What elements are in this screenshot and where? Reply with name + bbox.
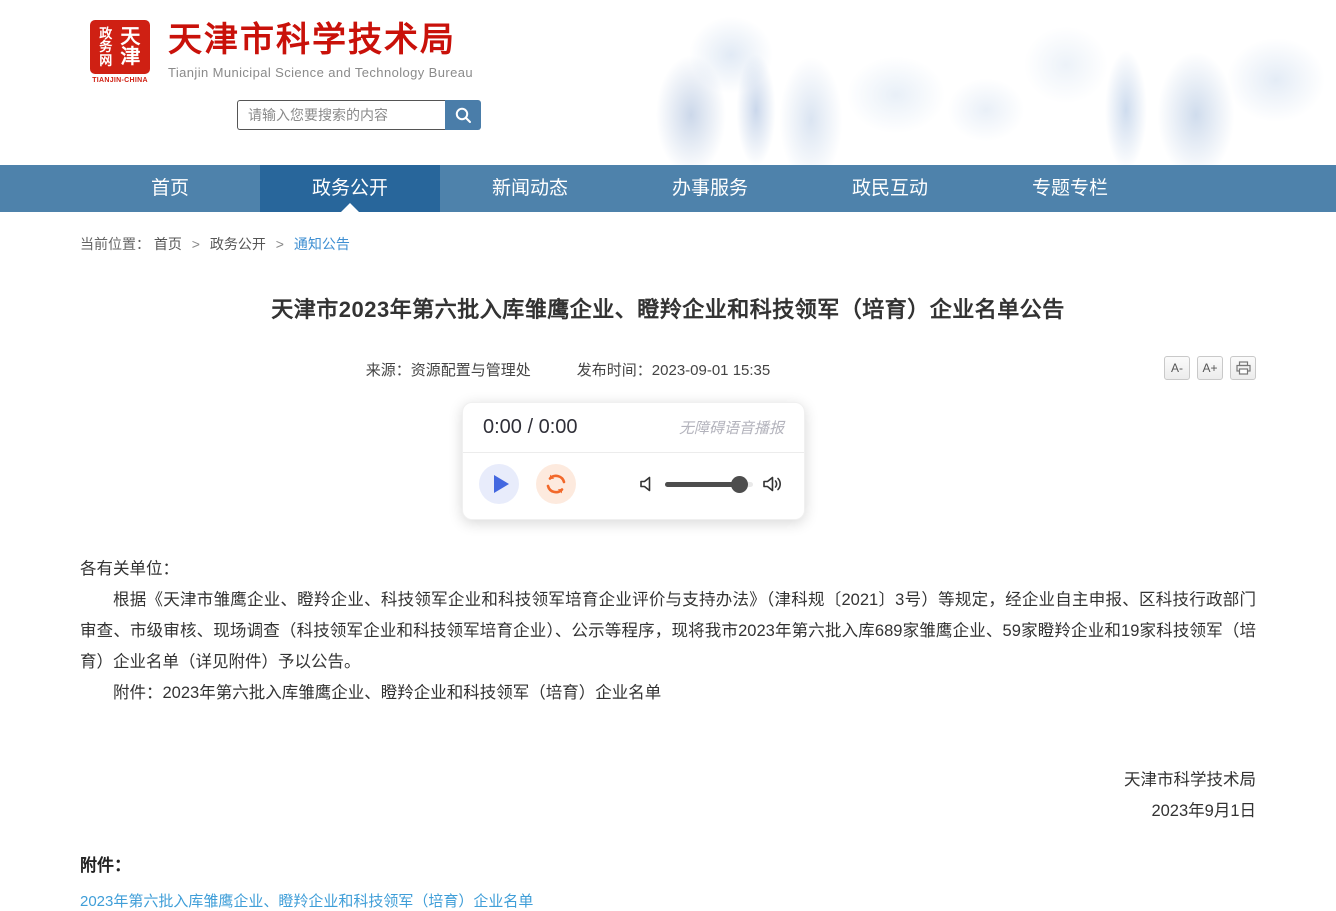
nav-item-special-columns[interactable]: 专题专栏 bbox=[980, 165, 1160, 212]
attachment-mention-line: 附件：2023年第六批入库雏鹰企业、瞪羚企业和科技领军（培育）企业名单 bbox=[80, 678, 1256, 709]
print-button[interactable] bbox=[1230, 356, 1256, 380]
breadcrumb-notices[interactable]: 通知公告 bbox=[294, 236, 350, 252]
source-value: 资源配置与管理处 bbox=[411, 362, 531, 379]
search-bar bbox=[237, 100, 481, 130]
audio-player-header: 0:00 / 0:00 无障碍语音播报 bbox=[463, 403, 804, 453]
play-button[interactable] bbox=[479, 464, 519, 504]
salutation: 各有关单位： bbox=[80, 554, 1256, 585]
brand-text: 天津市科学技术局 Tianjin Municipal Science and T… bbox=[168, 20, 473, 80]
article-title: 天津市2023年第六批入库雏鹰企业、瞪羚企业和科技领军（培育）企业名单公告 bbox=[80, 292, 1256, 324]
article-body: 各有关单位： 根据《天津市雏鹰企业、瞪羚企业、科技领军企业和科技领军培育企业评价… bbox=[80, 554, 1256, 709]
article-meta: 来源：资源配置与管理处 发布时间：2023-09-01 15:35 bbox=[0, 356, 1156, 386]
audio-player: 0:00 / 0:00 无障碍语音播报 bbox=[462, 402, 805, 520]
volume-controls bbox=[639, 475, 784, 493]
search-input[interactable] bbox=[237, 100, 445, 130]
site-title: 天津市科学技术局 bbox=[168, 20, 473, 61]
nav-label: 新闻动态 bbox=[492, 178, 568, 199]
replay-button[interactable] bbox=[536, 464, 576, 504]
nav-item-home[interactable]: 首页 bbox=[80, 165, 260, 212]
volume-loud-icon[interactable] bbox=[762, 475, 784, 493]
volume-slider[interactable] bbox=[665, 482, 753, 487]
main-nav: 首页 政务公开 新闻动态 办事服务 政民互动 专题专栏 bbox=[0, 165, 1336, 212]
nav-label: 政民互动 bbox=[852, 178, 928, 199]
signature-block: 天津市科学技术局 2023年9月1日 bbox=[80, 765, 1256, 827]
site-header: 政务网 天津 TIANJIN-CHINA 天津市科学技术局 Tianjin Mu… bbox=[0, 0, 1336, 165]
breadcrumb-label: 当前位置： bbox=[80, 236, 150, 252]
main-content: 当前位置： 首页 > 政务公开 > 通知公告 天津市2023年第六批入库雏鹰企业… bbox=[80, 234, 1256, 911]
tianjin-gov-seal-logo[interactable]: 政务网 天津 TIANJIN-CHINA bbox=[88, 20, 152, 84]
seal-text-left: 政务网 bbox=[99, 27, 113, 67]
volume-slider-fill bbox=[665, 482, 740, 487]
nav-label: 办事服务 bbox=[672, 178, 748, 199]
breadcrumb-separator: > bbox=[276, 236, 284, 252]
nav-item-news[interactable]: 新闻动态 bbox=[440, 165, 620, 212]
nav-label: 首页 bbox=[151, 178, 189, 199]
attachments-heading: 附件： bbox=[80, 851, 1256, 876]
nav-item-interaction[interactable]: 政民互动 bbox=[800, 165, 980, 212]
breadcrumb-home[interactable]: 首页 bbox=[154, 236, 182, 252]
breadcrumb-separator: > bbox=[192, 236, 200, 252]
seal-text-right: 天津 bbox=[119, 27, 141, 68]
source-label: 来源： bbox=[366, 362, 411, 379]
nav-label: 政务公开 bbox=[312, 178, 388, 199]
brand: 政务网 天津 TIANJIN-CHINA 天津市科学技术局 Tianjin Mu… bbox=[88, 0, 1256, 84]
signature-org: 天津市科学技术局 bbox=[80, 765, 1256, 796]
replay-icon bbox=[544, 472, 568, 496]
active-tab-arrow bbox=[341, 203, 359, 212]
nav-item-services[interactable]: 办事服务 bbox=[620, 165, 800, 212]
font-decrease-button[interactable]: A- bbox=[1164, 356, 1190, 380]
signature-date: 2023年9月1日 bbox=[80, 796, 1256, 827]
search-button[interactable] bbox=[445, 100, 481, 130]
article-meta-row: 来源：资源配置与管理处 发布时间：2023-09-01 15:35 A- A+ bbox=[80, 356, 1256, 386]
seal-icon: 政务网 天津 bbox=[90, 20, 150, 74]
player-caption: 无障碍语音播报 bbox=[679, 417, 784, 438]
attachments-section: 附件： 2023年第六批入库雏鹰企业、瞪羚企业和科技领军（培育）企业名单 bbox=[80, 851, 1256, 911]
article-tools: A- A+ bbox=[1164, 356, 1256, 380]
paragraph: 根据《天津市雏鹰企业、瞪羚企业、科技领军企业和科技领军培育企业评价与支持办法》（… bbox=[80, 585, 1256, 678]
site-subtitle: Tianjin Municipal Science and Technology… bbox=[168, 65, 473, 80]
nav-item-gov-disclosure[interactable]: 政务公开 bbox=[260, 165, 440, 212]
publish-time-value: 2023-09-01 15:35 bbox=[652, 362, 770, 379]
publish-time-label: 发布时间： bbox=[577, 362, 652, 379]
print-icon bbox=[1236, 361, 1251, 375]
attachment-download-link[interactable]: 2023年第六批入库雏鹰企业、瞪羚企业和科技领军（培育）企业名单 bbox=[80, 890, 533, 911]
breadcrumb-gov-disclosure[interactable]: 政务公开 bbox=[210, 236, 266, 252]
play-icon bbox=[494, 475, 509, 493]
search-icon bbox=[454, 106, 472, 124]
volume-quiet-icon[interactable] bbox=[639, 475, 656, 493]
font-increase-button[interactable]: A+ bbox=[1197, 356, 1223, 380]
audio-player-controls bbox=[463, 453, 804, 519]
player-time: 0:00 / 0:00 bbox=[483, 416, 578, 439]
seal-caption: TIANJIN-CHINA bbox=[88, 77, 152, 84]
nav-label: 专题专栏 bbox=[1032, 178, 1108, 199]
breadcrumb: 当前位置： 首页 > 政务公开 > 通知公告 bbox=[80, 234, 1256, 254]
volume-thumb[interactable] bbox=[731, 476, 748, 493]
